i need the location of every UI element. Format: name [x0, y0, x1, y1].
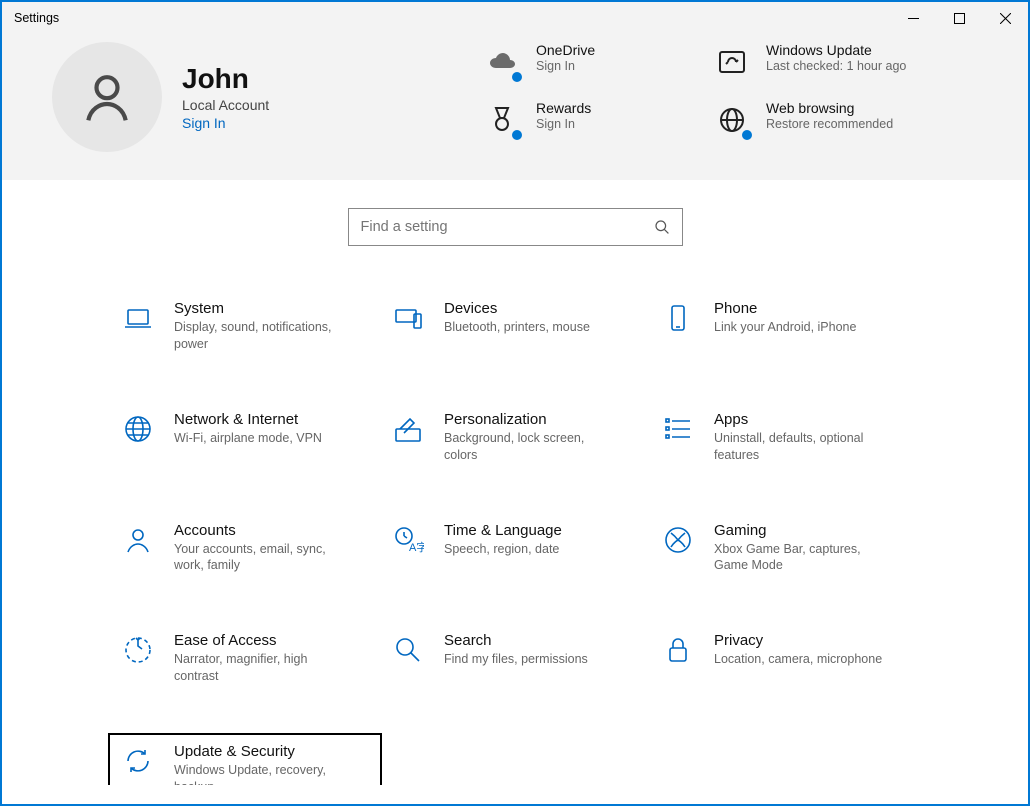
- content-area[interactable]: System Display, sound, notifications, po…: [2, 180, 1028, 785]
- search-icon: [654, 219, 670, 235]
- avatar: [52, 42, 162, 152]
- titlebar: Settings: [2, 2, 1028, 34]
- cat-accounts[interactable]: Accounts Your accounts, email, sync, wor…: [110, 514, 380, 583]
- window-title: Settings: [2, 11, 890, 25]
- account-type: Local Account: [182, 97, 269, 113]
- tile-title: OneDrive: [536, 42, 595, 58]
- account-text: John Local Account Sign In: [182, 63, 269, 131]
- cat-title: Network & Internet: [174, 411, 322, 428]
- search-box[interactable]: [348, 208, 683, 246]
- tile-title: Windows Update: [766, 42, 906, 58]
- cat-personalization[interactable]: Personalization Background, lock screen,…: [380, 403, 650, 472]
- cat-sub: Windows Update, recovery, backup: [174, 762, 349, 785]
- maximize-button[interactable]: [936, 2, 982, 34]
- status-badge: [510, 70, 524, 84]
- svg-text:A字: A字: [409, 540, 424, 554]
- cat-system[interactable]: System Display, sound, notifications, po…: [110, 292, 380, 361]
- cat-title: System: [174, 300, 349, 317]
- cat-sub: Your accounts, email, sync, work, family: [174, 541, 349, 575]
- account-name: John: [182, 63, 269, 95]
- ease-of-access-icon: [120, 632, 156, 668]
- medal-icon: [482, 100, 522, 140]
- cat-title: Devices: [444, 300, 590, 317]
- header-tiles: OneDrive Sign In Windows Update Last che…: [482, 42, 978, 140]
- cat-title: Update & Security: [174, 743, 349, 760]
- cat-devices[interactable]: Devices Bluetooth, printers, mouse: [380, 292, 650, 361]
- close-button[interactable]: [982, 2, 1028, 34]
- search-wrap: [52, 208, 978, 246]
- cat-gaming[interactable]: Gaming Xbox Game Bar, captures, Game Mod…: [650, 514, 920, 583]
- status-badge: [740, 128, 754, 142]
- magnifier-icon: [390, 632, 426, 668]
- xbox-icon: [660, 522, 696, 558]
- cat-time-language[interactable]: A字 Time & Language Speech, region, date: [380, 514, 650, 583]
- account-signin-link[interactable]: Sign In: [182, 115, 269, 131]
- cat-sub: Wi-Fi, airplane mode, VPN: [174, 430, 322, 447]
- person-icon: [120, 522, 156, 558]
- cat-apps[interactable]: Apps Uninstall, defaults, optional featu…: [650, 403, 920, 472]
- tile-sub: Sign In: [536, 59, 595, 75]
- cat-title: Accounts: [174, 522, 349, 539]
- cat-title: Personalization: [444, 411, 619, 428]
- cat-sub: Xbox Game Bar, captures, Game Mode: [714, 541, 889, 575]
- cat-search[interactable]: Search Find my files, permissions: [380, 624, 650, 693]
- cat-title: Ease of Access: [174, 632, 349, 649]
- cat-title: Search: [444, 632, 588, 649]
- keyboard-icon: [390, 300, 426, 336]
- cat-ease-of-access[interactable]: Ease of Access Narrator, magnifier, high…: [110, 624, 380, 693]
- cloud-icon: [482, 42, 522, 82]
- tile-title: Rewards: [536, 100, 591, 116]
- cat-update-security[interactable]: Update & Security Windows Update, recove…: [110, 735, 380, 785]
- cat-sub: Speech, region, date: [444, 541, 562, 558]
- cat-sub: Find my files, permissions: [444, 651, 588, 668]
- cat-sub: Location, camera, microphone: [714, 651, 882, 668]
- globe-icon: [712, 100, 752, 140]
- cat-sub: Background, lock screen, colors: [444, 430, 619, 464]
- cat-title: Phone: [714, 300, 856, 317]
- cat-title: Gaming: [714, 522, 889, 539]
- cat-phone[interactable]: Phone Link your Android, iPhone: [650, 292, 920, 361]
- time-language-icon: A字: [390, 522, 426, 558]
- account-header: John Local Account Sign In OneDrive Sign…: [2, 34, 1028, 180]
- list-icon: [660, 411, 696, 447]
- cat-privacy[interactable]: Privacy Location, camera, microphone: [650, 624, 920, 693]
- cat-sub: Narrator, magnifier, high contrast: [174, 651, 349, 685]
- tile-web-browsing[interactable]: Web browsing Restore recommended: [712, 100, 932, 140]
- cat-title: Apps: [714, 411, 889, 428]
- tile-onedrive[interactable]: OneDrive Sign In: [482, 42, 702, 82]
- cat-title: Privacy: [714, 632, 882, 649]
- tile-sub: Last checked: 1 hour ago: [766, 59, 906, 75]
- categories-grid: System Display, sound, notifications, po…: [95, 292, 935, 785]
- phone-icon: [660, 300, 696, 336]
- cat-title: Time & Language: [444, 522, 562, 539]
- tile-sub: Sign In: [536, 117, 591, 133]
- search-input[interactable]: [361, 219, 654, 235]
- tile-windows-update[interactable]: Windows Update Last checked: 1 hour ago: [712, 42, 932, 82]
- paintbrush-icon: [390, 411, 426, 447]
- sync-icon: [120, 743, 156, 779]
- laptop-icon: [120, 300, 156, 336]
- globe-icon: [120, 411, 156, 447]
- tile-rewards[interactable]: Rewards Sign In: [482, 100, 702, 140]
- account-block[interactable]: John Local Account Sign In: [52, 42, 482, 152]
- cat-sub: Display, sound, notifications, power: [174, 319, 349, 353]
- tile-sub: Restore recommended: [766, 117, 893, 133]
- update-sync-icon: [712, 42, 752, 82]
- cat-sub: Uninstall, defaults, optional features: [714, 430, 889, 464]
- cat-sub: Link your Android, iPhone: [714, 319, 856, 336]
- status-badge: [510, 128, 524, 142]
- cat-sub: Bluetooth, printers, mouse: [444, 319, 590, 336]
- window-controls: [890, 2, 1028, 34]
- tile-title: Web browsing: [766, 100, 893, 116]
- lock-icon: [660, 632, 696, 668]
- minimize-button[interactable]: [890, 2, 936, 34]
- cat-network[interactable]: Network & Internet Wi-Fi, airplane mode,…: [110, 403, 380, 472]
